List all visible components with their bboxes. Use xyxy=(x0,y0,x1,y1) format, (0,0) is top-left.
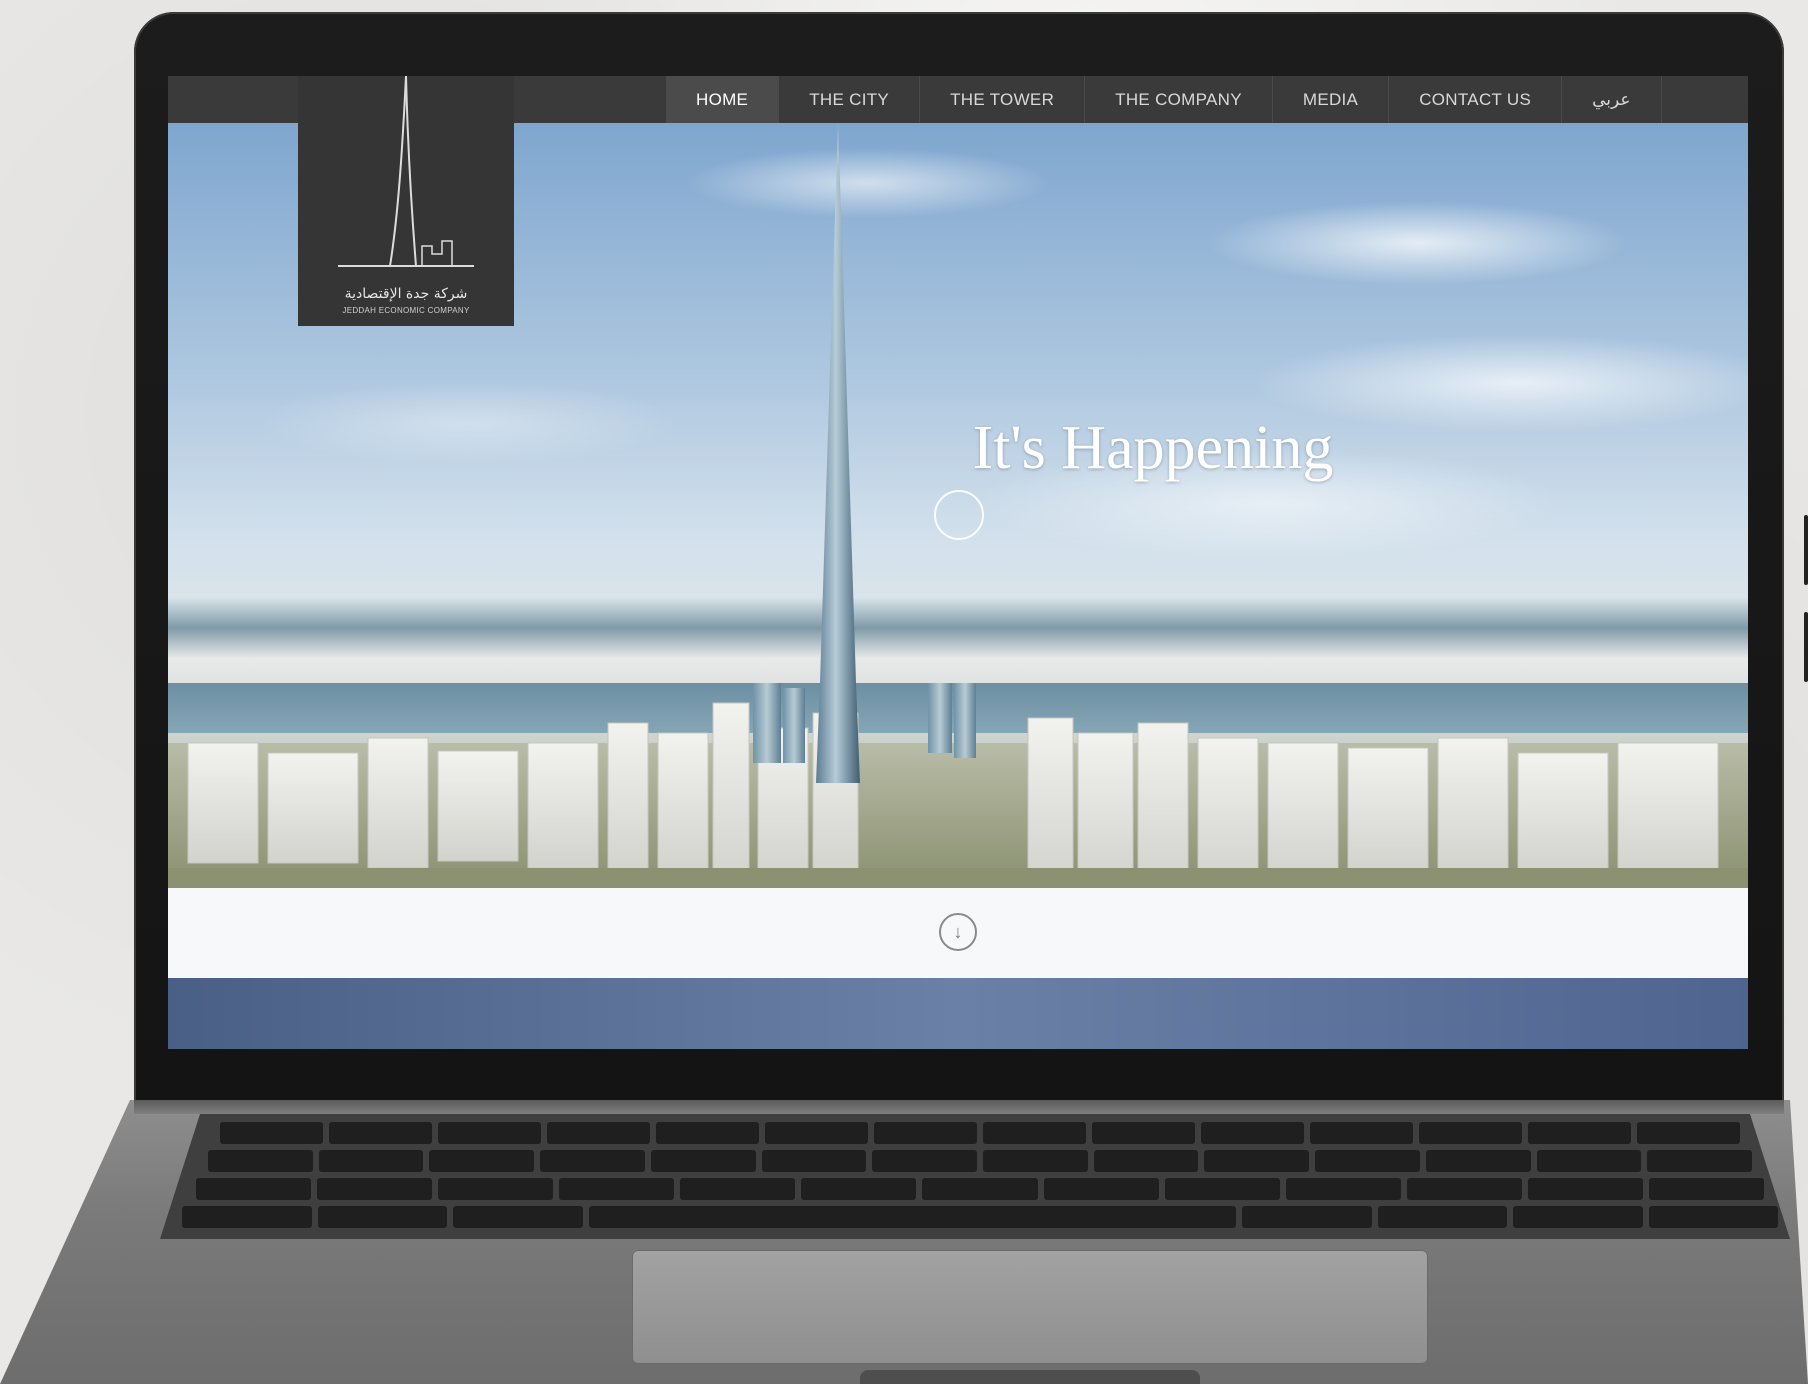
intro-band: ↓ xyxy=(168,888,1748,978)
key xyxy=(1310,1122,1413,1144)
key xyxy=(1425,1150,1531,1172)
key xyxy=(872,1150,978,1172)
key xyxy=(874,1122,977,1144)
key xyxy=(765,1122,868,1144)
nav-item-the-tower[interactable]: THE TOWER xyxy=(920,76,1086,123)
key-row xyxy=(182,1206,1778,1228)
key xyxy=(650,1150,756,1172)
nav-item-contact-us[interactable]: CONTACT US xyxy=(1389,76,1563,123)
logo-arabic-text: شركة جدة الإقتصادية xyxy=(344,286,468,302)
key xyxy=(1648,1178,1765,1200)
arrow-down-circle-icon[interactable]: ↓ xyxy=(939,913,977,951)
key xyxy=(318,1150,424,1172)
key xyxy=(1043,1178,1159,1200)
key xyxy=(1647,1150,1753,1172)
key xyxy=(429,1150,535,1172)
key xyxy=(922,1178,1038,1200)
key xyxy=(761,1150,867,1172)
key xyxy=(1285,1178,1401,1200)
key xyxy=(1513,1206,1643,1228)
side-tab xyxy=(1804,612,1808,682)
company-logo[interactable]: شركة جدة الإقتصادية JEDDAH ECONOMIC COMP… xyxy=(298,76,514,326)
key xyxy=(1092,1122,1195,1144)
key xyxy=(438,1122,541,1144)
key xyxy=(801,1178,917,1200)
key xyxy=(317,1178,433,1200)
city-skyline xyxy=(168,683,1748,888)
key xyxy=(220,1122,323,1144)
key xyxy=(1164,1178,1280,1200)
nav-item-media[interactable]: MEDIA xyxy=(1273,76,1390,123)
key xyxy=(1315,1150,1420,1172)
side-tab xyxy=(1804,515,1808,585)
key xyxy=(1527,1178,1643,1200)
browser-viewport: It's Happening HOME THE CITY THE TOWER T… xyxy=(168,76,1748,1049)
key xyxy=(680,1178,796,1200)
key xyxy=(453,1206,583,1228)
laptop-notch xyxy=(860,1370,1200,1384)
key-row xyxy=(208,1150,1753,1172)
key xyxy=(1201,1122,1304,1144)
key xyxy=(540,1150,645,1172)
key xyxy=(1242,1206,1372,1228)
key xyxy=(559,1178,675,1200)
key xyxy=(983,1150,1088,1172)
key-row xyxy=(220,1122,1740,1144)
logo-english-text: JEDDAH ECONOMIC COMPANY xyxy=(342,306,470,315)
play-circle-icon[interactable] xyxy=(934,490,984,540)
key xyxy=(1648,1206,1778,1228)
space-key xyxy=(588,1206,1236,1228)
key xyxy=(182,1206,312,1228)
nav-item-the-company[interactable]: THE COMPANY xyxy=(1085,76,1273,123)
key xyxy=(1377,1206,1507,1228)
hero-title: It's Happening xyxy=(972,414,1334,482)
key xyxy=(329,1122,432,1144)
key xyxy=(983,1122,1086,1144)
key-row xyxy=(196,1178,1765,1200)
key xyxy=(1528,1122,1631,1144)
next-section-band xyxy=(168,978,1748,1049)
key xyxy=(1406,1178,1522,1200)
key xyxy=(1093,1150,1199,1172)
key xyxy=(1204,1150,1310,1172)
key xyxy=(317,1206,447,1228)
tower-logo-mark xyxy=(338,76,474,267)
key xyxy=(1419,1122,1522,1144)
key xyxy=(208,1150,313,1172)
key xyxy=(1536,1150,1642,1172)
key xyxy=(547,1122,650,1144)
nav-item-home[interactable]: HOME xyxy=(666,76,780,123)
laptop-hinge xyxy=(134,1100,1784,1114)
keyboard xyxy=(160,1114,1790,1239)
trackpad xyxy=(632,1250,1428,1364)
key xyxy=(656,1122,759,1144)
key xyxy=(196,1178,312,1200)
nav-item-the-city[interactable]: THE CITY xyxy=(779,76,921,123)
key xyxy=(438,1178,554,1200)
key xyxy=(1637,1122,1740,1144)
nav-item-arabic-language[interactable]: عربي xyxy=(1562,76,1662,123)
